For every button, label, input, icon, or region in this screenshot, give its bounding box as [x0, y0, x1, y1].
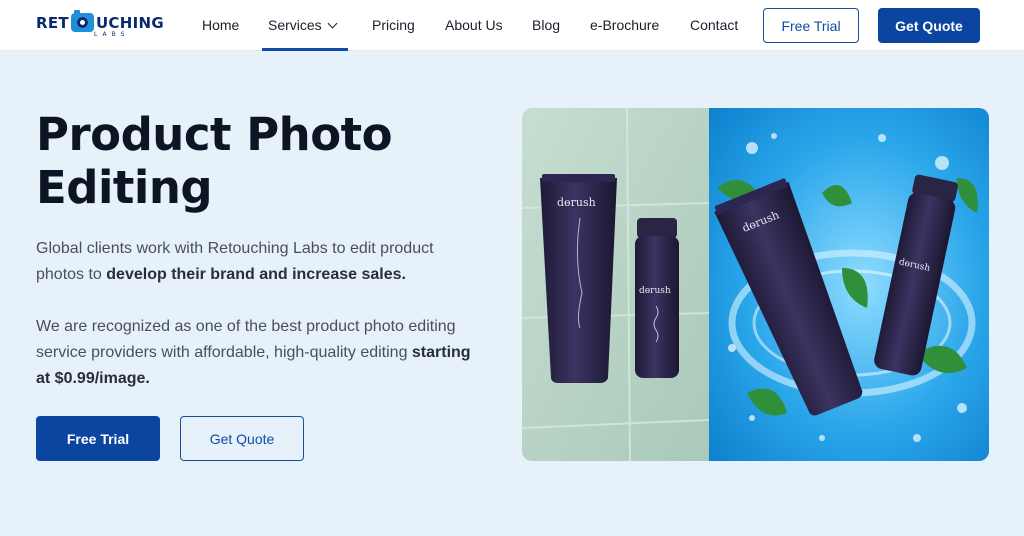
before-after-product-image: dɵrush dɵrush dɵrush dɵrush	[522, 108, 989, 461]
nav-services[interactable]: Services	[268, 17, 338, 33]
site-header: RET UCHING LABS Home Services Pricing Ab…	[0, 0, 1024, 51]
nav-contact[interactable]: Contact	[690, 17, 738, 33]
camera-icon	[70, 10, 94, 32]
hero-intro-highlight: develop their brand and increase sales.	[106, 266, 406, 283]
nav-e-brochure[interactable]: e-Brochure	[590, 17, 659, 33]
after-photo: dɵrush dɵrush	[709, 108, 989, 461]
hero-pricing-paragraph: We are recognized as one of the best pro…	[36, 314, 486, 392]
chevron-down-icon	[327, 18, 338, 29]
retouching-labs-logo[interactable]: RET UCHING LABS	[36, 10, 164, 42]
hero-title: Product Photo Editing	[36, 108, 476, 214]
hero-get-quote-button[interactable]: Get Quote	[180, 416, 304, 461]
nav-services-label: Services	[268, 17, 322, 33]
nav-active-indicator	[262, 48, 348, 51]
logo-wordmark-right: UCHING	[95, 13, 164, 32]
logo-tagline: LABS	[94, 31, 130, 38]
nav-home[interactable]: Home	[202, 17, 239, 33]
nav-pricing[interactable]: Pricing	[372, 17, 415, 33]
header-get-quote-button[interactable]: Get Quote	[878, 8, 980, 43]
nav-blog[interactable]: Blog	[532, 17, 560, 33]
before-photo: dɵrush dɵrush	[522, 108, 710, 461]
logo-wordmark-left: RET	[36, 13, 69, 32]
before-tube-brand: dɵrush	[557, 196, 596, 209]
before-bottle-brand: dɵrush	[639, 286, 671, 296]
header-free-trial-button[interactable]: Free Trial	[763, 8, 859, 43]
before-after-illustration: dɵrush dɵrush dɵrush dɵrush	[522, 108, 989, 461]
hero-free-trial-button[interactable]: Free Trial	[36, 416, 160, 461]
logo-wordmark: RET UCHING	[36, 10, 164, 32]
hero-pricing-text: We are recognized as one of the best pro…	[36, 318, 456, 361]
nav-about-us[interactable]: About Us	[445, 17, 503, 33]
hero-title-line1: Product Photo	[36, 108, 393, 161]
hero-intro-paragraph: Global clients work with Retouching Labs…	[36, 236, 486, 288]
hero-title-line2: Editing	[36, 161, 213, 214]
